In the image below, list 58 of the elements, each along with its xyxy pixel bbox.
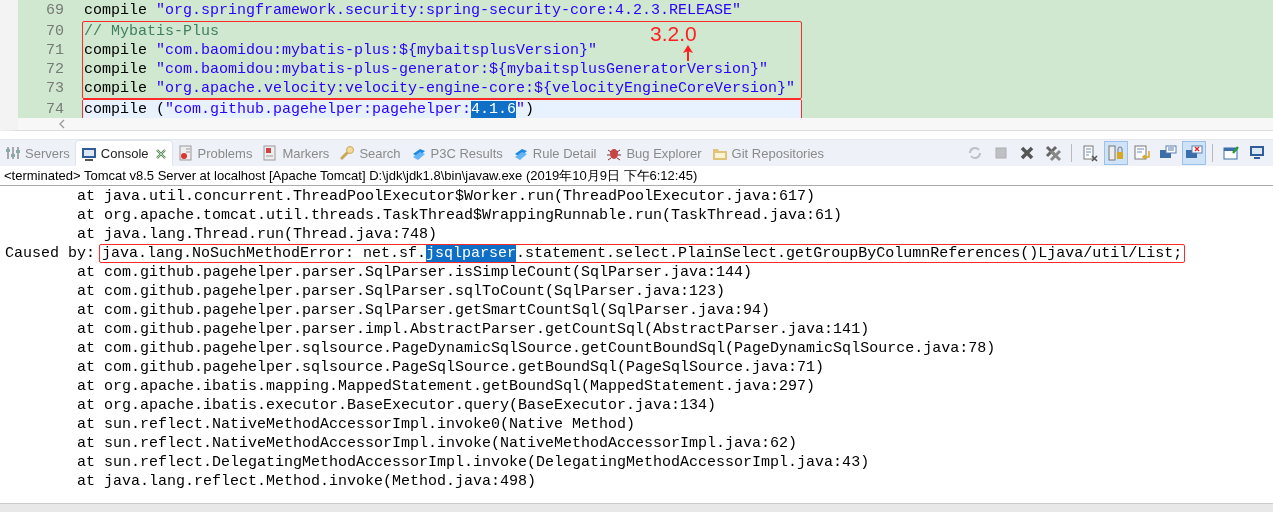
scroll-left-icon[interactable]: [58, 119, 66, 129]
monitor-icon: [80, 145, 97, 162]
code-text: compile: [84, 42, 148, 59]
horizontal-scrollbar[interactable]: [0, 503, 1273, 512]
view-tab[interactable]: Search: [334, 140, 406, 166]
line-number: 72: [45, 60, 64, 79]
view-tab[interactable]: Rule Detail: [507, 140, 602, 166]
view-tab[interactable]: Problems: [172, 140, 258, 166]
code-text: compile (: [84, 101, 165, 118]
line-number: 69: [45, 1, 64, 20]
stack-frame-line: at sun.reflect.DelegatingMethodAccessorImpl.invoke(DelegatingMethodAccessorImpl.java:43): [77, 453, 870, 472]
stack-frame-line: at org.apache.ibatis.mapping.MappedStatement.getBoundSql(MappedStatement.java:297): [77, 377, 816, 396]
string-literal: ": [516, 101, 526, 118]
stack-frame-line: at sun.reflect.NativeMethodAccessorImpl.invoke(NativeMethodAccessorImpl.java:62): [77, 434, 798, 453]
view-tab[interactable]: Console: [74, 140, 173, 166]
stack-frame-line: at sun.reflect.NativeMethodAccessorImpl.invoke0(Native Method): [77, 415, 636, 434]
code-comment: // Mybatis-Plus: [84, 23, 220, 40]
view-tab[interactable]: Markers: [257, 140, 335, 166]
view-tab[interactable]: Bug Explorer: [601, 140, 707, 166]
stack-frame-line: at com.github.pagehelper.sqlsource.PageDynamicSqlSource.getCountBoundSql(PageDynamicSqlSource.java:78): [77, 339, 996, 358]
annotation-text: 3.2.0: [650, 23, 697, 45]
error-message: java.lang.NoSuchMethodError: net.sf.jsqlparser.statement.select.PlainSelect.getGroupByColumnReferences()Ljava/util/List;: [99, 244, 1186, 263]
code-text: compile: [84, 2, 148, 19]
stack-frame-line: at org.apache.tomcat.util.threads.TaskThread$WrappingRunnable.run(TaskThread.java:61): [77, 206, 843, 225]
stack-frame-line: at java.util.concurrent.ThreadPoolExecutor$Worker.run(ThreadPoolExecutor.java:617): [77, 187, 816, 206]
stack-frame-line: at com.github.pagehelper.parser.impl.AbstractParser.getCountSql(AbstractParser.java:141): [77, 320, 870, 339]
up-arrow-icon: [682, 45, 695, 61]
warning-list-icon: [177, 145, 194, 161]
line-number: 73: [45, 79, 64, 98]
stack-frame-line: at java.lang.Thread.run(Thread.java:748): [77, 225, 438, 244]
close-icon[interactable]: [154, 147, 167, 160]
caused-by-label: Caused by:: [5, 244, 96, 263]
line-number: 74: [45, 100, 64, 118]
code-text: compile: [84, 80, 148, 97]
stack-frame-line: at com.github.pagehelper.parser.SqlParser.getSmartCountSql(SqlParser.java:94): [77, 301, 771, 320]
string-literal: "org.springframework.security:spring-security-core:4.2.3.RELEASE": [156, 2, 742, 19]
string-literal: "com.baomidou:mybatis-plus-generator:${mybaitsplusGeneratorVersion}": [156, 61, 769, 78]
line-number: 70: [45, 22, 64, 41]
sliders-icon: [5, 145, 21, 161]
stack-frame-line: at java.lang.reflect.Method.invoke(Method.java:498): [77, 472, 537, 491]
code-editor[interactable]: [0, 0, 1273, 118]
view-tab[interactable]: Servers: [0, 140, 75, 166]
horizontal-scrollbar[interactable]: [0, 118, 1273, 131]
stack-frame-line: at org.apache.ibatis.executor.BaseExecutor.query(BaseExecutor.java:134): [77, 396, 717, 415]
line-number: 71: [45, 41, 64, 60]
string-literal: "org.apache.velocity:velocity-engine-core:${velocityEngineCoreVersion}": [156, 80, 796, 97]
view-tab[interactable]: P3C Results: [405, 140, 508, 166]
stack-frame-line: at com.github.pagehelper.sqlsource.PageSqlSource.getBoundSql(PageSqlSource.java:71): [77, 358, 825, 377]
string-literal: "com.github.pagehelper:pagehelper:: [165, 101, 472, 118]
screen-error-icon[interactable]: [1182, 141, 1206, 165]
selected-text: 4.1.6: [471, 101, 517, 118]
stack-frame-line: at com.github.pagehelper.parser.SqlParser.isSimpleCount(SqlParser.java:144): [77, 263, 753, 282]
code-text: compile: [84, 61, 148, 78]
code-text: ): [525, 101, 535, 118]
view-tab[interactable]: Git Repositories: [706, 140, 830, 166]
stack-frame-line: at com.github.pagehelper.parser.SqlParser.sqlToCount(SqlParser.java:123): [77, 282, 726, 301]
bookmark-list-icon: [262, 145, 279, 161]
string-literal: "com.baomidou:mybatis-plus:${mybaitsplusVersion}": [156, 42, 598, 59]
